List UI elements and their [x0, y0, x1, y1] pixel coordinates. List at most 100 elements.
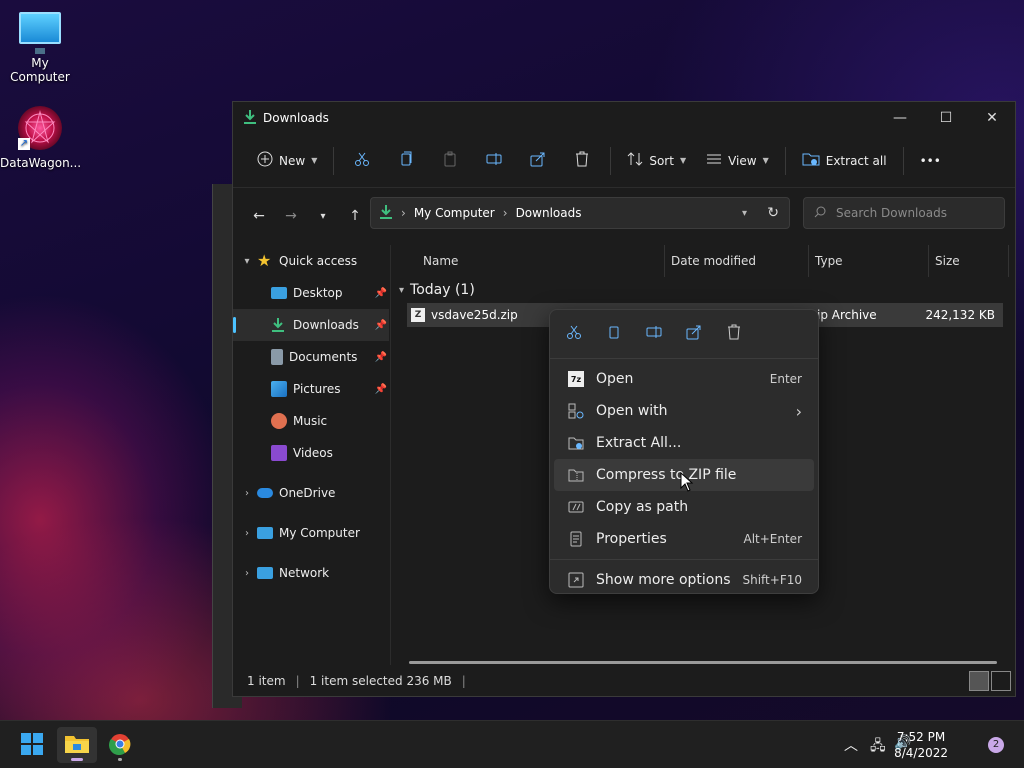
back-button[interactable]: ←	[243, 200, 275, 232]
menu-item-shortcut: Enter	[769, 372, 802, 386]
menu-item-copy-as-path[interactable]: Copy as path	[554, 491, 814, 523]
search-placeholder: Search Downloads	[836, 206, 947, 220]
divider	[550, 559, 818, 560]
sidebar-item-my-computer[interactable]: › My Computer	[233, 517, 389, 549]
chevron-down-icon: ▾	[244, 255, 250, 267]
sidebar-item-music[interactable]: Music	[233, 405, 389, 437]
address-dropdown-icon[interactable]: ▾	[742, 208, 747, 219]
desktop-icon-datawagon[interactable]: ↗ DataWagon...	[0, 106, 81, 170]
clock[interactable]: 7:52 PM 8/4/2022	[894, 729, 948, 761]
divider	[784, 146, 786, 175]
breadcrumb-downloads[interactable]: Downloads	[516, 206, 582, 220]
new-button[interactable]: New ▼	[247, 145, 327, 177]
menu-item-properties[interactable]: Properties Alt+Enter	[554, 523, 814, 555]
copy-button[interactable]	[392, 145, 420, 177]
sidebar-item-label: Downloads	[293, 318, 359, 332]
notification-badge[interactable]: 2	[988, 737, 1004, 753]
menu-item-label: Properties	[596, 531, 667, 547]
sidebar-item-desktop[interactable]: Desktop 📌	[233, 277, 389, 309]
more-options-icon	[568, 572, 584, 588]
recent-locations-button[interactable]: ▾	[307, 200, 339, 232]
cut-icon[interactable]	[562, 320, 586, 344]
group-header-today[interactable]: ▾ Today (1)	[399, 277, 475, 303]
column-header-type[interactable]: Type	[809, 245, 929, 277]
path-icon	[568, 499, 584, 515]
sort-button[interactable]: Sort ▼	[617, 145, 696, 177]
breadcrumb-separator-icon: ›	[401, 206, 406, 220]
downloads-icon	[243, 109, 257, 128]
new-label: New	[279, 153, 306, 168]
sidebar-item-quick-access[interactable]: ▾ ★ Quick access	[233, 245, 389, 277]
search-icon	[814, 206, 826, 221]
mouse-cursor-icon	[680, 471, 694, 495]
sort-icon	[627, 151, 643, 170]
sidebar-item-downloads[interactable]: Downloads 📌	[233, 309, 389, 341]
file-list: Name Date modified Type Size ▾ Today (1)…	[391, 245, 1015, 327]
maximize-button[interactable]: ☐	[923, 102, 969, 134]
taskbar-file-explorer[interactable]	[57, 727, 97, 763]
menu-item-shortcut: Alt+Enter	[743, 532, 802, 546]
rename-icon[interactable]	[642, 320, 666, 344]
sidebar-item-label: Videos	[293, 446, 333, 460]
sidebar-item-network[interactable]: › Network	[233, 557, 389, 589]
sidebar-item-label: Pictures	[293, 382, 341, 396]
extract-folder-icon	[568, 435, 584, 451]
breadcrumb-my-computer[interactable]: My Computer	[414, 206, 495, 220]
network-status-icon[interactable]: 🖧	[870, 735, 886, 759]
trash-icon[interactable]	[722, 320, 746, 344]
taskbar: ︿ 🖧 🔊 7:52 PM 8/4/2022 2	[0, 720, 1024, 768]
clock-time: 7:52 PM	[896, 730, 946, 744]
horizontal-scrollbar[interactable]	[409, 661, 997, 664]
desktop-icon-my-computer[interactable]: My Computer	[0, 12, 80, 84]
divider	[333, 146, 335, 175]
menu-item-open-with[interactable]: Open with ›	[554, 395, 814, 427]
menu-item-extract-all[interactable]: Extract All...	[554, 427, 814, 459]
sidebar-item-onedrive[interactable]: › OneDrive	[233, 477, 389, 509]
chevron-up-icon[interactable]: ︿	[844, 735, 858, 755]
chevron-down-icon: ▼	[679, 156, 687, 165]
item-count: 1 item	[247, 674, 286, 688]
column-header-name[interactable]: Name	[417, 245, 665, 277]
sidebar-item-label: Music	[293, 414, 328, 428]
menu-item-show-more-options[interactable]: Show more options Shift+F10	[554, 564, 814, 596]
menu-item-open[interactable]: 7z Open Enter	[554, 363, 814, 395]
details-view-icon[interactable]	[969, 671, 989, 691]
file-name: vsdave25d.zip	[431, 308, 518, 322]
extract-all-button[interactable]: Extract all	[792, 145, 897, 177]
pin-icon: 📌	[374, 383, 387, 395]
taskbar-chrome[interactable]	[100, 727, 140, 763]
rename-button[interactable]	[480, 145, 508, 177]
forward-button[interactable]: →	[275, 200, 307, 232]
address-bar[interactable]: › My Computer › Downloads ▾ ↻	[370, 197, 790, 229]
minimize-button[interactable]: —	[877, 102, 923, 134]
copy-icon[interactable]	[602, 320, 626, 344]
paste-button[interactable]	[436, 145, 464, 177]
menu-item-label: Open with	[596, 403, 668, 419]
search-box[interactable]: Search Downloads	[803, 197, 1005, 229]
up-button[interactable]: ↑	[339, 200, 371, 232]
trash-icon	[574, 151, 590, 170]
start-button[interactable]	[12, 727, 52, 763]
tiles-view-icon[interactable]	[991, 671, 1011, 691]
pane-divider[interactable]	[390, 245, 391, 665]
close-button[interactable]: ✕	[969, 102, 1015, 134]
share-button[interactable]	[524, 145, 552, 177]
sidebar-item-documents[interactable]: Documents 📌	[233, 341, 389, 373]
column-header-size[interactable]: Size	[929, 245, 1009, 277]
folder-icon	[64, 733, 90, 758]
delete-button[interactable]	[568, 145, 596, 177]
view-button[interactable]: View ▼	[696, 145, 779, 177]
sidebar-item-label: Desktop	[293, 286, 343, 300]
breadcrumb-separator-icon: ›	[502, 206, 508, 220]
sidebar-item-pictures[interactable]: Pictures 📌	[233, 373, 389, 405]
share-icon[interactable]	[682, 320, 706, 344]
column-headers: Name Date modified Type Size	[391, 245, 1015, 277]
shortcut-arrow-icon: ↗	[18, 138, 30, 150]
active-app-indicator	[71, 758, 83, 761]
title-bar[interactable]: Downloads — ☐ ✕	[233, 102, 1015, 134]
refresh-icon[interactable]: ↻	[767, 205, 779, 221]
more-options-button[interactable]: •••	[910, 145, 951, 177]
sidebar-item-videos[interactable]: Videos	[233, 437, 389, 469]
cut-button[interactable]	[348, 145, 376, 177]
column-header-date[interactable]: Date modified	[665, 245, 809, 277]
